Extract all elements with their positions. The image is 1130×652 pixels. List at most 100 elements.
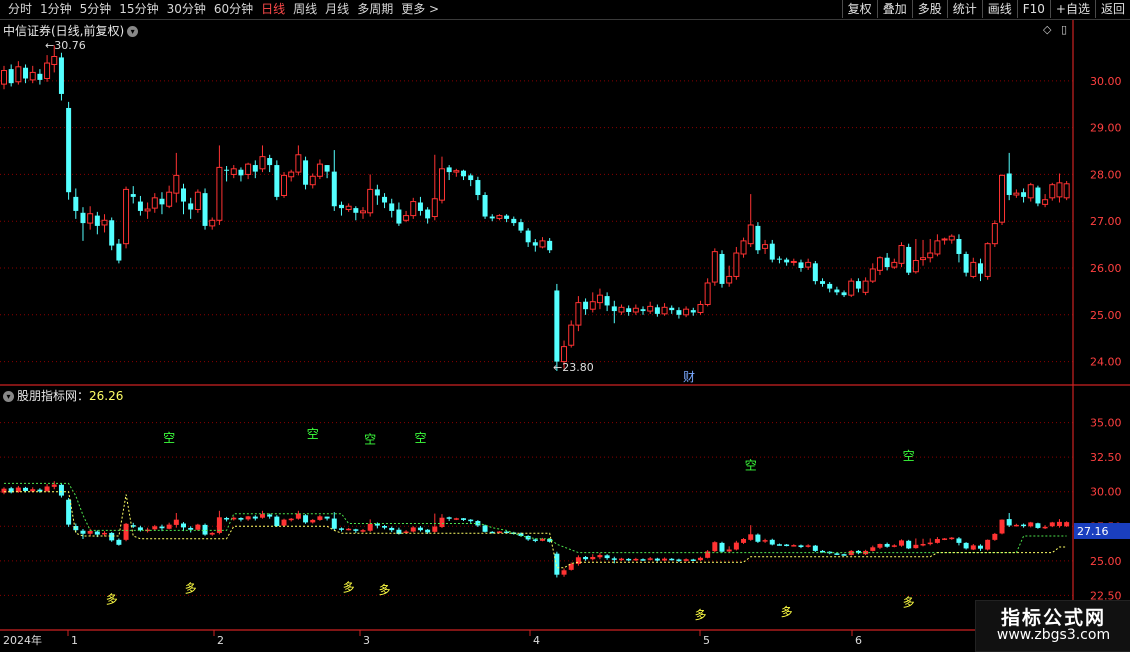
- candle-body: [461, 170, 467, 177]
- candle-body: [511, 218, 517, 224]
- period-tab[interactable]: 1分钟: [36, 1, 76, 18]
- candle-body: [525, 230, 531, 243]
- candle-body: [669, 307, 675, 311]
- toolbar-button[interactable]: 多股: [911, 0, 947, 18]
- candle-body: [209, 219, 216, 227]
- sub-candle-body: [640, 559, 646, 561]
- high-price-label: ←30.76: [45, 39, 86, 52]
- candle-body: [683, 308, 690, 316]
- duo-signal-label: 多: [343, 580, 355, 594]
- candle-body: [532, 242, 538, 246]
- sub-candle-body: [281, 519, 287, 526]
- period-tab[interactable]: 日线: [257, 1, 289, 18]
- sub-candle-body: [446, 517, 452, 519]
- sub-candle-body: [23, 487, 29, 492]
- period-tab[interactable]: 60分钟: [210, 1, 257, 18]
- y-tick-label: 27.00: [1090, 215, 1122, 228]
- sub-candle-body: [611, 558, 617, 560]
- candle-body: [855, 281, 861, 289]
- toolbar-button[interactable]: +自选: [1049, 0, 1095, 18]
- toolbar-button[interactable]: 画线: [981, 0, 1017, 18]
- candle-body: [281, 174, 288, 196]
- candle-body: [539, 240, 546, 248]
- toolbar-button[interactable]: 返回: [1094, 0, 1130, 18]
- candle-body: [51, 56, 58, 65]
- period-tab[interactable]: 5分钟: [76, 1, 116, 18]
- kong-signal-label: 空: [364, 432, 376, 446]
- x-tick-label: 6: [855, 634, 862, 647]
- duo-signal-label: 多: [185, 582, 197, 596]
- candle-body: [891, 261, 898, 268]
- period-tab[interactable]: 更多 >: [397, 1, 443, 18]
- candle-body: [188, 203, 194, 210]
- candle-body: [1042, 199, 1049, 205]
- y-tick-label: 25.00: [1090, 309, 1122, 322]
- candle-body: [489, 216, 495, 219]
- sub-candle-body: [891, 545, 897, 547]
- candle-body: [906, 246, 912, 273]
- candle-body: [848, 280, 855, 296]
- sub-candle-body: [360, 530, 366, 532]
- candle-body: [58, 57, 64, 94]
- sub-candle-body: [116, 539, 122, 545]
- kline-chart[interactable]: 30.00 29.00 28.00 27.00 26.00 25.00 24.00 35.00…: [0, 20, 1130, 650]
- candle-body: [482, 195, 488, 217]
- period-tab[interactable]: 15分钟: [115, 1, 162, 18]
- candle-body: [661, 306, 668, 315]
- sub-candle-body: [906, 540, 912, 549]
- y-tick-label: 35.00: [1090, 417, 1122, 430]
- candle-body: [389, 203, 395, 211]
- period-tab[interactable]: 30分钟: [163, 1, 210, 18]
- candle-body: [446, 167, 452, 173]
- candle-body: [130, 194, 136, 197]
- period-tab[interactable]: 月线: [321, 1, 353, 18]
- candle-body: [87, 213, 94, 224]
- candle-body: [403, 215, 410, 221]
- sub-candle-body: [432, 526, 438, 532]
- sub-candle-body: [999, 519, 1005, 534]
- candle-body: [324, 165, 330, 172]
- sub-candle-body: [346, 528, 352, 531]
- period-tab[interactable]: 多周期: [353, 1, 397, 18]
- sub-candle-body: [934, 539, 940, 543]
- sub-candle-body: [805, 545, 811, 547]
- candle-body: [762, 244, 769, 249]
- candle-body: [618, 306, 625, 313]
- candle-body: [504, 215, 510, 219]
- toolbar-button[interactable]: 统计: [946, 0, 982, 18]
- candle-body: [159, 198, 165, 205]
- toolbar-button[interactable]: 叠加: [876, 0, 912, 18]
- period-tab[interactable]: 周线: [289, 1, 321, 18]
- candle-body: [295, 154, 302, 173]
- candle-body: [704, 282, 711, 306]
- watermark-logo: 指标公式网 www.zbgs3.com: [975, 600, 1130, 652]
- y-tick-label: 28.00: [1090, 168, 1122, 181]
- y-tick-label: 30.00: [1090, 486, 1122, 499]
- candle-body: [137, 201, 143, 211]
- candle-body: [425, 209, 431, 219]
- sub-candle-body: [877, 543, 883, 548]
- candle-body: [496, 215, 503, 219]
- toolbar-button[interactable]: F10: [1016, 0, 1050, 18]
- x-tick-label: 4: [533, 634, 540, 647]
- candle-body: [589, 301, 596, 310]
- candle-body: [676, 310, 682, 315]
- sub-candle-body: [310, 519, 316, 523]
- period-tab[interactable]: 分时: [4, 1, 36, 18]
- candle-body: [711, 251, 718, 283]
- candle-body: [956, 239, 962, 254]
- sub-candle-body: [920, 543, 926, 546]
- sub-candle-body: [195, 524, 201, 530]
- sub-candle-body: [662, 558, 668, 561]
- sub-candle-body: [30, 489, 36, 492]
- candle-body: [1021, 192, 1027, 197]
- candle-body: [726, 275, 733, 284]
- sub-candle-body: [295, 513, 301, 519]
- candle-body: [259, 156, 266, 170]
- sub-candle-body: [798, 545, 804, 548]
- candle-body: [410, 201, 417, 217]
- candle-body: [583, 301, 589, 310]
- toolbar-button[interactable]: 复权: [841, 0, 877, 18]
- sub-candle-body: [482, 525, 488, 532]
- sub-candle-body: [784, 544, 790, 547]
